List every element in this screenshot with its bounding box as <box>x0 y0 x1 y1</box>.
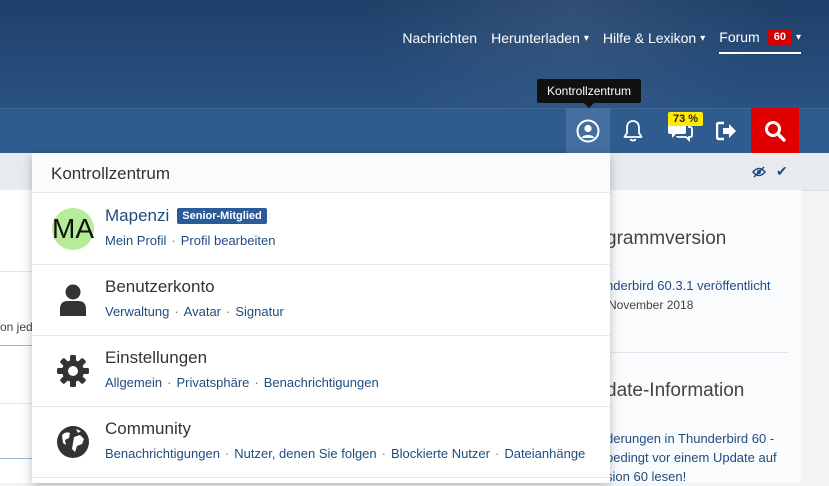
avatar-initials: MA <box>52 208 94 250</box>
separator: · <box>167 375 172 390</box>
username-link[interactable]: Mapenzi <box>105 206 169 226</box>
rank-badge: Senior-Mitglied <box>177 208 267 224</box>
separator: · <box>174 304 179 319</box>
site-header: Nachrichten Herunterladen ▾ Hilfe & Lexi… <box>0 0 829 108</box>
nav-label: Forum <box>719 29 760 45</box>
mark-read-eye-button[interactable] <box>752 165 766 183</box>
signature-link[interactable]: Signatur <box>235 304 283 319</box>
separator: · <box>494 446 500 461</box>
attachments-link[interactable]: Dateianhänge <box>504 446 585 461</box>
nav-item-forum[interactable]: Forum 60 ▾ <box>719 22 801 54</box>
control-center-panel: Kontrollzentrum MA Mapenzi Senior-Mitgli… <box>32 153 610 483</box>
gear-icon <box>51 349 95 393</box>
management-link[interactable]: Verwaltung <box>105 304 169 319</box>
separator: · <box>171 233 176 248</box>
divider <box>0 271 32 272</box>
avatar[interactable]: MA <box>51 207 95 251</box>
mark-all-read-button[interactable]: ✔ <box>776 163 788 180</box>
nav-item-nachrichten[interactable]: Nachrichten <box>402 24 477 52</box>
control-center-tooltip: Kontrollzentrum <box>537 79 642 108</box>
check-icon: ✔ <box>776 163 788 179</box>
user-circle-icon <box>576 119 600 142</box>
nav-label: Hilfe & Lexikon <box>602 30 697 46</box>
nav-label: Nachrichten <box>402 30 478 46</box>
globe-icon <box>51 420 95 464</box>
user-icon <box>51 278 95 322</box>
edit-profile-link[interactable]: Profil bearbeiten <box>181 233 276 248</box>
divider <box>0 403 32 404</box>
separator: · <box>224 446 230 461</box>
separator: · <box>381 446 386 461</box>
section-title: Community <box>105 419 191 438</box>
user-profile-row: MA Mapenzi Senior-Mitglied Mein Profil · P… <box>32 193 610 265</box>
separator: · <box>226 304 231 319</box>
section-title: Benutzerkonto <box>105 277 215 296</box>
main-nav: Nachrichten Herunterladen ▾ Hilfe & Lexi… <box>388 22 801 54</box>
sidebar-box-title: date-Information <box>606 380 745 401</box>
nav-label: Herunterladen <box>491 30 580 46</box>
nav-item-herunterladen[interactable]: Herunterladen ▾ <box>491 24 589 52</box>
nav-item-hilfe-lexikon[interactable]: Hilfe & Lexikon ▾ <box>603 24 705 52</box>
privacy-link[interactable]: Privatsphäre <box>176 375 249 390</box>
bell-icon <box>623 119 643 141</box>
forum-count-badge: 60 <box>767 29 792 45</box>
notification-settings-link[interactable]: Benachrichtigungen <box>264 375 379 390</box>
divider <box>0 458 32 459</box>
general-link[interactable]: Allgemein <box>105 375 162 390</box>
main-content-left <box>0 190 32 483</box>
community-section-row: Community Benachrichtigungen · Nutzer, den… <box>32 406 610 478</box>
content-text-fragment: on jed <box>0 320 33 334</box>
followed-users-link[interactable]: Nutzer, denen Sie folgen <box>234 446 376 461</box>
chevron-down-icon: ▾ <box>795 31 801 43</box>
panel-header: Kontrollzentrum <box>32 153 610 193</box>
sidebar-update-link[interactable]: sion 60 lesen! <box>606 467 686 486</box>
separator: · <box>254 375 259 390</box>
blocked-users-link[interactable]: Blockierte Nutzer <box>391 446 490 461</box>
profile-links: Mein Profil · Profil bearbeiten <box>105 233 275 248</box>
chevron-down-icon: ▾ <box>700 32 706 44</box>
search-icon <box>765 120 786 142</box>
sidebar-box-title: grammversion <box>606 228 727 249</box>
panel-title: Kontrollzentrum <box>51 164 171 183</box>
settings-links: Allgemein · Privatsphäre · Benachrichtigunge… <box>105 375 379 390</box>
eye-slash-icon <box>752 166 766 178</box>
divider <box>0 345 32 346</box>
sidebar-update-link[interactable]: derungen in Thunderbird 60 - <box>606 429 774 448</box>
avatar-link[interactable]: Avatar <box>184 304 221 319</box>
my-profile-link[interactable]: Mein Profil <box>105 233 166 248</box>
account-section-row: Benutzerkonto Verwaltung · Avatar · Signatur <box>32 264 610 336</box>
user-name-line: Mapenzi Senior-Mitglied <box>105 206 267 226</box>
notifications-link[interactable]: Benachrichtigungen <box>105 446 220 461</box>
settings-section-row: Einstellungen Allgemein · Privatsphäre · Ben… <box>32 335 610 407</box>
sidebar-divider <box>600 352 788 353</box>
chevron-down-icon: ▾ <box>583 32 589 44</box>
sidebar-update-link[interactable]: bedingt vor einem Update auf <box>606 448 777 467</box>
section-title: Einstellungen <box>105 348 208 367</box>
logout-icon <box>716 121 736 140</box>
control-center-button[interactable] <box>566 108 610 153</box>
chat-percent-badge: 73 % <box>668 112 704 126</box>
community-links: Benachrichtigungen · Nutzer, denen Sie fol… <box>105 446 585 461</box>
account-links: Verwaltung · Avatar · Signatur <box>105 304 284 319</box>
notifications-button[interactable] <box>611 108 655 153</box>
logout-button[interactable] <box>705 108 749 153</box>
sidebar-news-date: November 2018 <box>608 298 694 312</box>
search-button[interactable] <box>751 108 799 153</box>
sidebar-news-link[interactable]: nderbird 60.3.1 veröffentlicht <box>606 276 771 295</box>
